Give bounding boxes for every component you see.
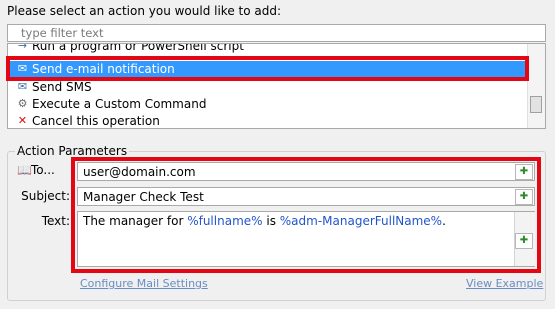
list-scrollbar[interactable] <box>527 44 545 128</box>
cancel-icon: ✕ <box>17 114 28 127</box>
list-item-label: Execute a Custom Command <box>32 97 207 111</box>
to-button[interactable]: To... <box>31 163 69 177</box>
list-item-custom-command[interactable]: ⚙ Execute a Custom Command <box>8 96 528 113</box>
sms-icon: ✉ <box>17 80 28 93</box>
list-item-label: Cancel this operation <box>32 114 160 128</box>
configure-mail-settings-link[interactable]: Configure Mail Settings <box>80 277 208 290</box>
text-label: Text: <box>41 214 70 228</box>
list-item-label: Run a program or PowerShell script <box>32 43 244 53</box>
view-example-link[interactable]: View Example <box>466 277 543 290</box>
highlight-box-parameters <box>71 157 541 273</box>
address-book-icon: 📖 <box>17 163 32 177</box>
subject-label: Subject: <box>21 189 70 203</box>
list-item-run-script[interactable]: → Run a program or PowerShell script <box>8 43 528 55</box>
list-item-label: Send SMS <box>32 80 92 94</box>
scrollbar-thumb[interactable] <box>530 96 542 113</box>
list-item-send-sms[interactable]: ✉ Send SMS <box>8 79 528 96</box>
action-prompt-label: Please select an action you would like t… <box>7 4 282 18</box>
filter-input[interactable]: type filter text <box>7 24 546 42</box>
script-icon: → <box>17 43 28 52</box>
highlight-box-selected-action <box>6 56 529 81</box>
gear-icon: ⚙ <box>17 97 28 110</box>
action-parameters-title: Action Parameters <box>15 144 130 158</box>
list-item-cancel-operation[interactable]: ✕ Cancel this operation <box>8 113 528 128</box>
